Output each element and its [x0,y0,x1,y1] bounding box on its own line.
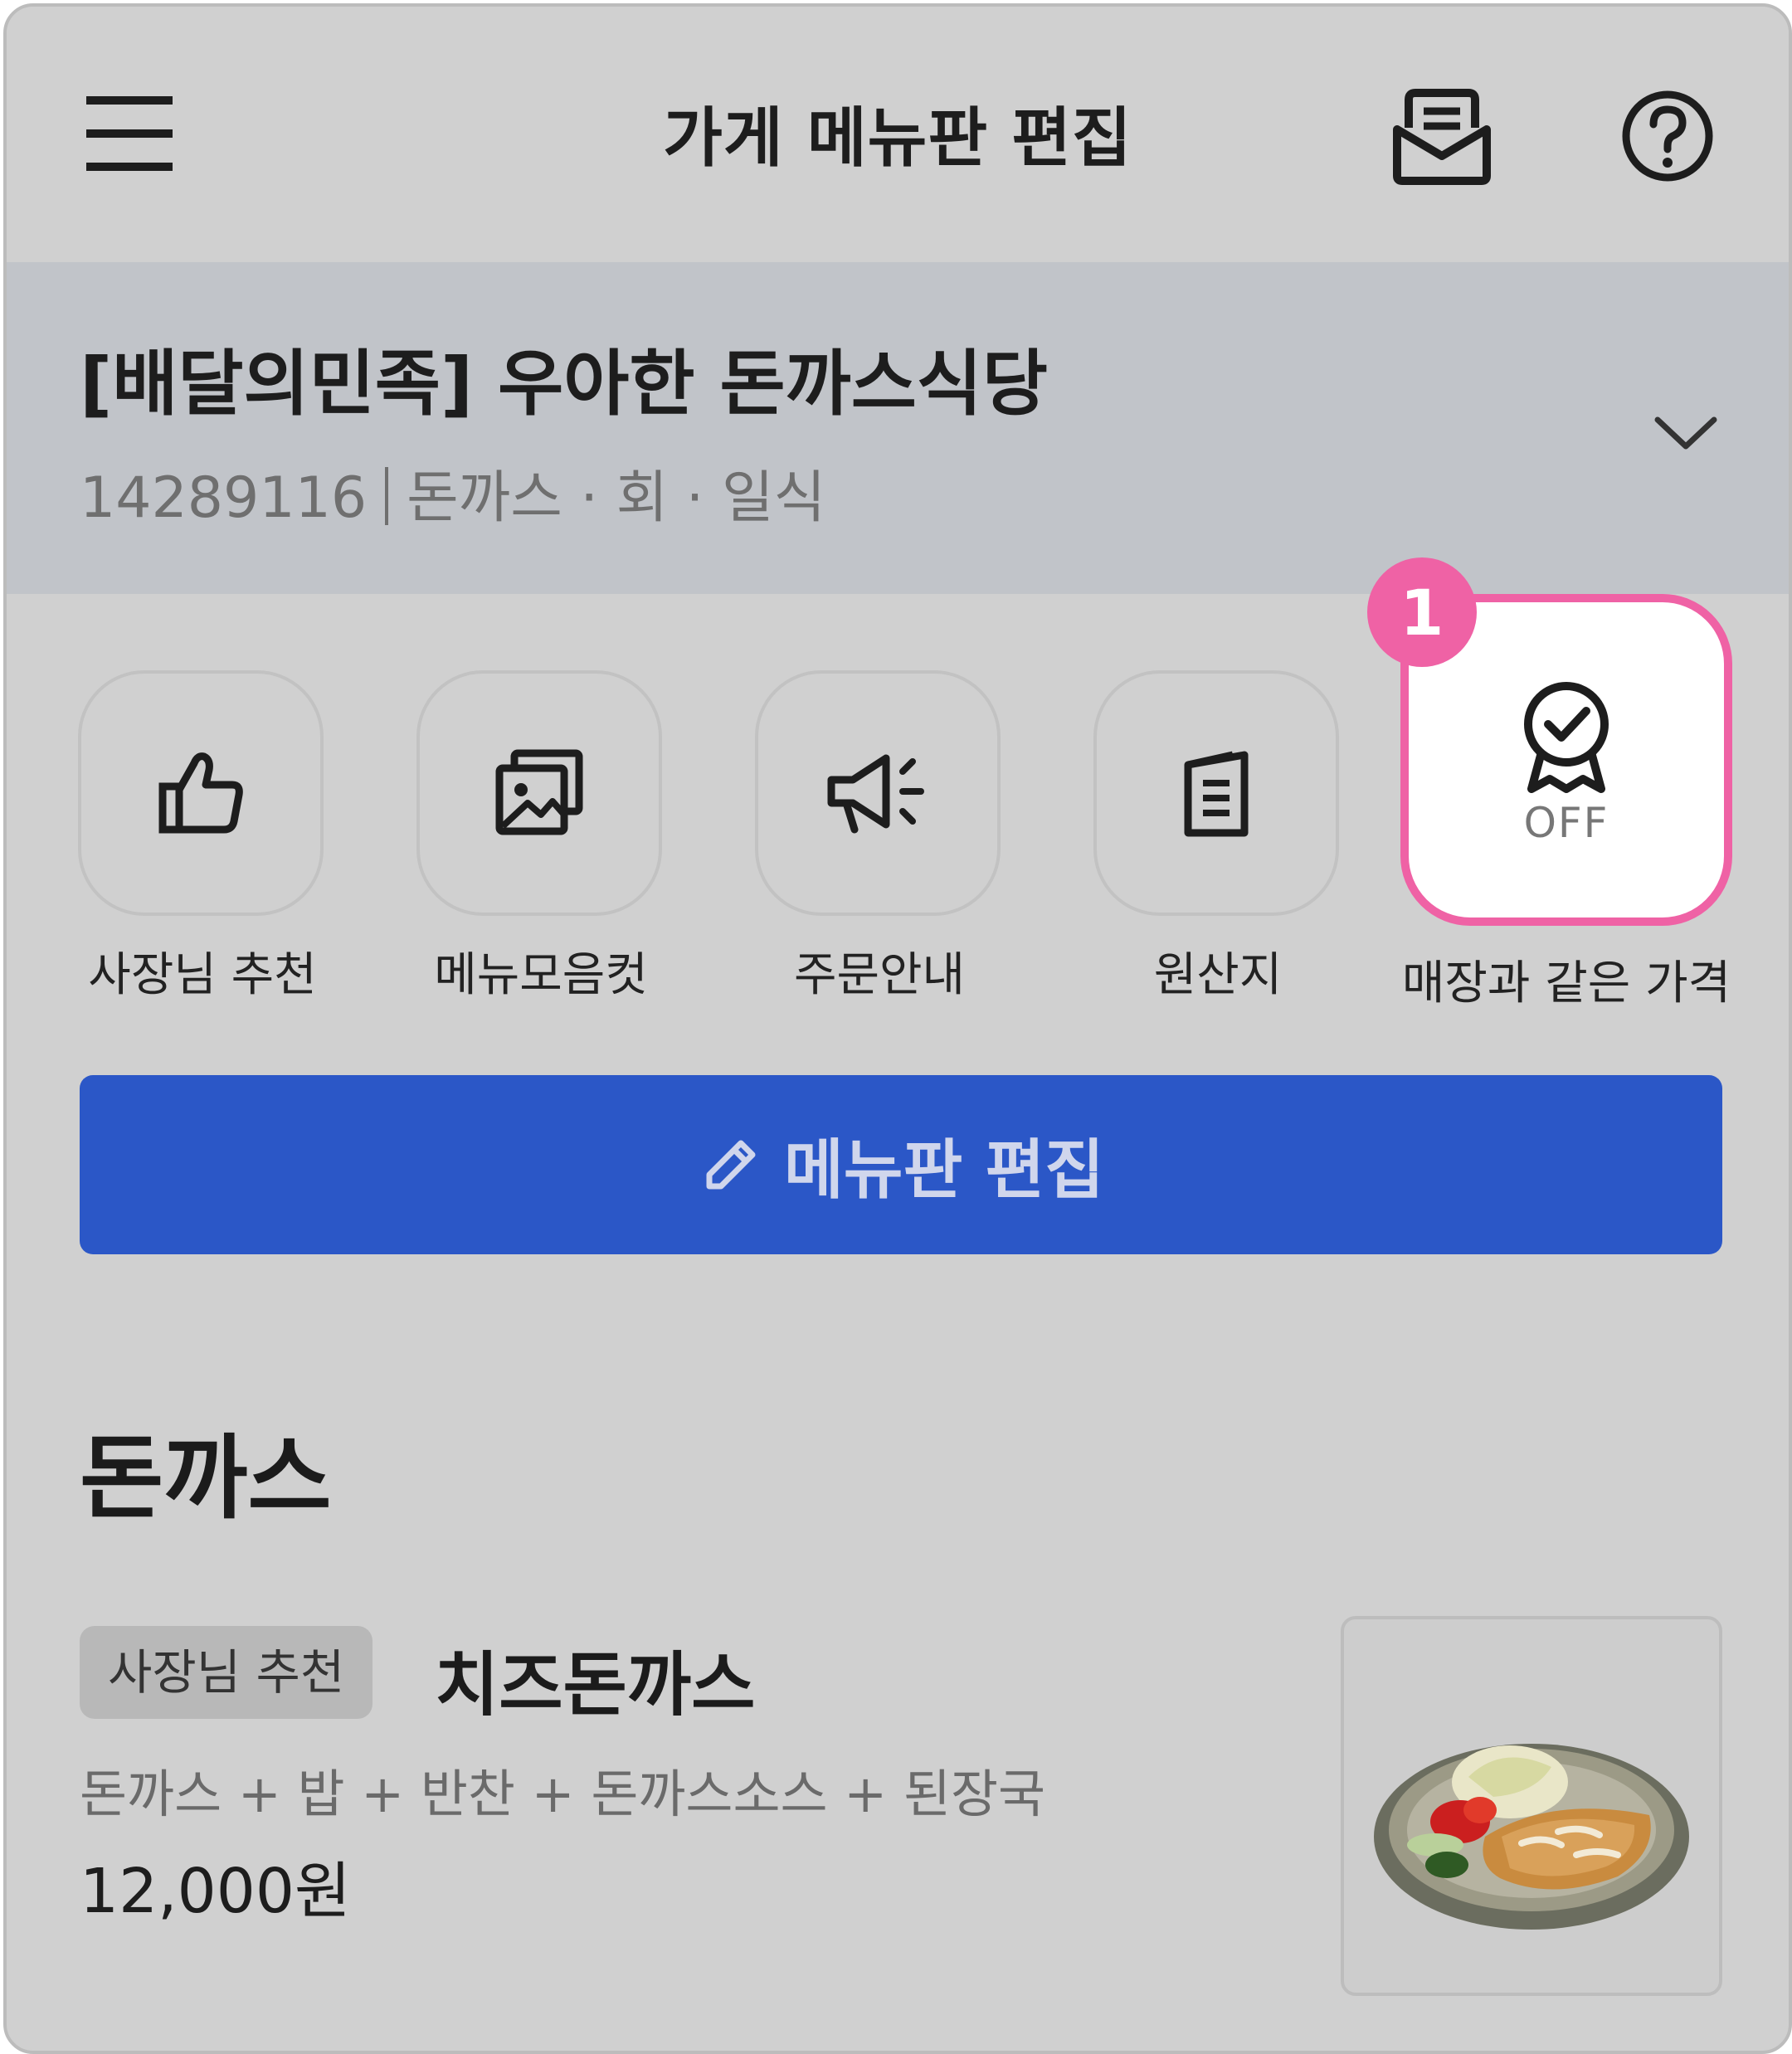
store-name: [배달의민족] 우아한 돈까스식당 [80,343,1049,426]
owner-recommend-badge: 사장님 추천 [80,1626,373,1719]
category-title: 돈까스 [80,1425,332,1531]
page-title: 가게 메뉴판 편집 [663,101,1132,176]
step-number-badge: 1 [1367,557,1477,667]
feature-owner-recommend[interactable]: 사장님 추천 [78,670,327,1005]
feature-tile[interactable] [755,670,1001,916]
thumbs-up-icon [158,752,243,834]
feature-tile[interactable] [78,670,324,916]
store-categories: 돈까스 · 회 · 일식 [407,465,826,531]
menu-item-description: 돈까스 + 밥 + 반찬 + 돈까스소스 + 된장국 [80,1764,1046,1824]
chevron-down-icon[interactable] [1646,392,1726,471]
feature-origin[interactable]: 원산지 [1093,670,1342,1005]
feature-tile[interactable] [416,670,662,916]
status-off-label: OFF [1523,799,1609,847]
feature-row: 사장님 추천 메뉴모음컷 주문안내 원산지 OFF 매장과 같은 가격 [7,594,1789,1067]
feature-menu-photos[interactable]: 메뉴모음컷 [416,670,665,1005]
menu-item[interactable]: 사장님 추천 치즈돈까스 돈까스 + 밥 + 반찬 + 돈까스소스 + 된장국 … [7,1616,1789,2014]
feature-label: 매장과 같은 가격 [1401,956,1731,1010]
phone-frame: 가게 메뉴판 편집 [배달의민족] 우아한 돈까스식당 14289116 돈까스 … [3,3,1792,2054]
edit-menu-label: 메뉴판 편집 [784,1133,1104,1208]
divider [385,467,389,525]
megaphone-icon [827,754,924,834]
badge-check-icon [1524,682,1609,793]
help-circle-icon[interactable] [1616,86,1719,186]
feature-label: 원산지 [1153,948,1283,1002]
feature-order-notice[interactable]: 주문안내 [755,670,1004,1005]
document-icon [1184,751,1249,837]
inbox-icon[interactable] [1390,86,1493,186]
feature-label: 사장님 추천 [88,948,317,1002]
pencil-icon [706,1140,756,1190]
feature-label: 메뉴모음컷 [434,948,648,1002]
store-meta: 14289116 돈까스 · 회 · 일식 [80,451,825,533]
feature-label: 주문안내 [793,948,966,1002]
store-id: 14289116 [80,465,368,531]
store-selector[interactable]: [배달의민족] 우아한 돈까스식당 14289116 돈까스 · 회 · 일식 [7,262,1789,594]
app-bar: 가게 메뉴판 편집 [7,7,1789,262]
menu-item-name: 치즈돈까스 [435,1644,756,1725]
feature-tile[interactable] [1093,670,1339,916]
edit-menu-button[interactable]: 메뉴판 편집 [80,1075,1722,1254]
image-gallery-icon [495,749,583,835]
menu-item-price: 12,000원 [80,1856,352,1927]
menu-item-photo[interactable] [1341,1616,1722,1996]
